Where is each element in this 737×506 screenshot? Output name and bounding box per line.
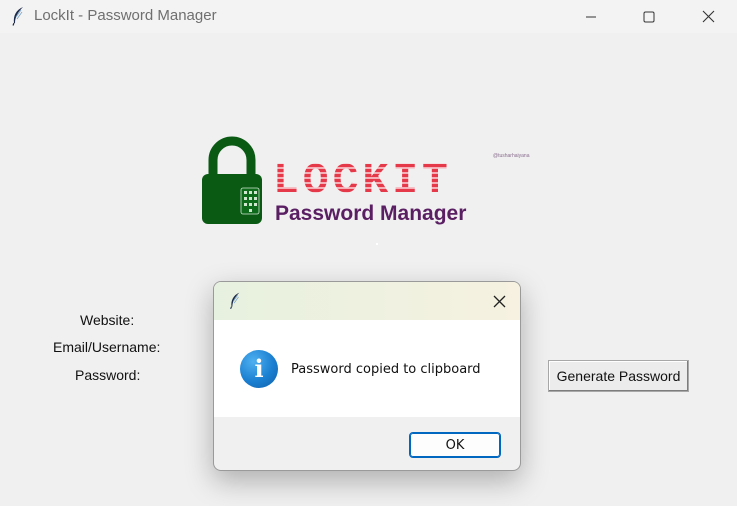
window-titlebar: LockIt - Password Manager bbox=[0, 0, 737, 33]
close-icon bbox=[493, 295, 505, 307]
password-label: Password: bbox=[75, 367, 141, 383]
logo-dot bbox=[376, 243, 378, 245]
close-button[interactable] bbox=[679, 0, 737, 33]
info-icon: i bbox=[240, 350, 278, 388]
website-label: Website: bbox=[80, 312, 135, 328]
padlock-icon bbox=[202, 136, 262, 224]
maximize-icon bbox=[643, 11, 655, 22]
feather-icon bbox=[230, 292, 240, 310]
dialog-close-button[interactable] bbox=[482, 286, 516, 316]
dialog-body: i Password copied to clipboard bbox=[214, 320, 520, 417]
minimize-button[interactable] bbox=[562, 0, 620, 33]
feather-icon bbox=[12, 7, 23, 26]
dialog-message: Password copied to clipboard bbox=[291, 362, 481, 377]
app-logo: LOCKIT Password Manager @tusharhaiyana bbox=[197, 136, 542, 245]
window-title: LockIt - Password Manager bbox=[34, 7, 217, 24]
ok-button[interactable]: OK bbox=[409, 432, 501, 458]
dialog-titlebar bbox=[214, 282, 520, 320]
generate-password-button[interactable]: Generate Password bbox=[548, 360, 689, 392]
maximize-button[interactable] bbox=[620, 0, 678, 33]
logo-title: LOCKIT bbox=[273, 156, 452, 205]
email-label: Email/Username: bbox=[53, 339, 161, 355]
logo-subtitle: Password Manager bbox=[275, 202, 467, 225]
logo-credit: @tusharhaiyana bbox=[493, 153, 530, 159]
close-icon bbox=[702, 10, 714, 23]
minimize-icon bbox=[586, 16, 596, 17]
info-dialog: i Password copied to clipboard OK bbox=[213, 281, 521, 471]
